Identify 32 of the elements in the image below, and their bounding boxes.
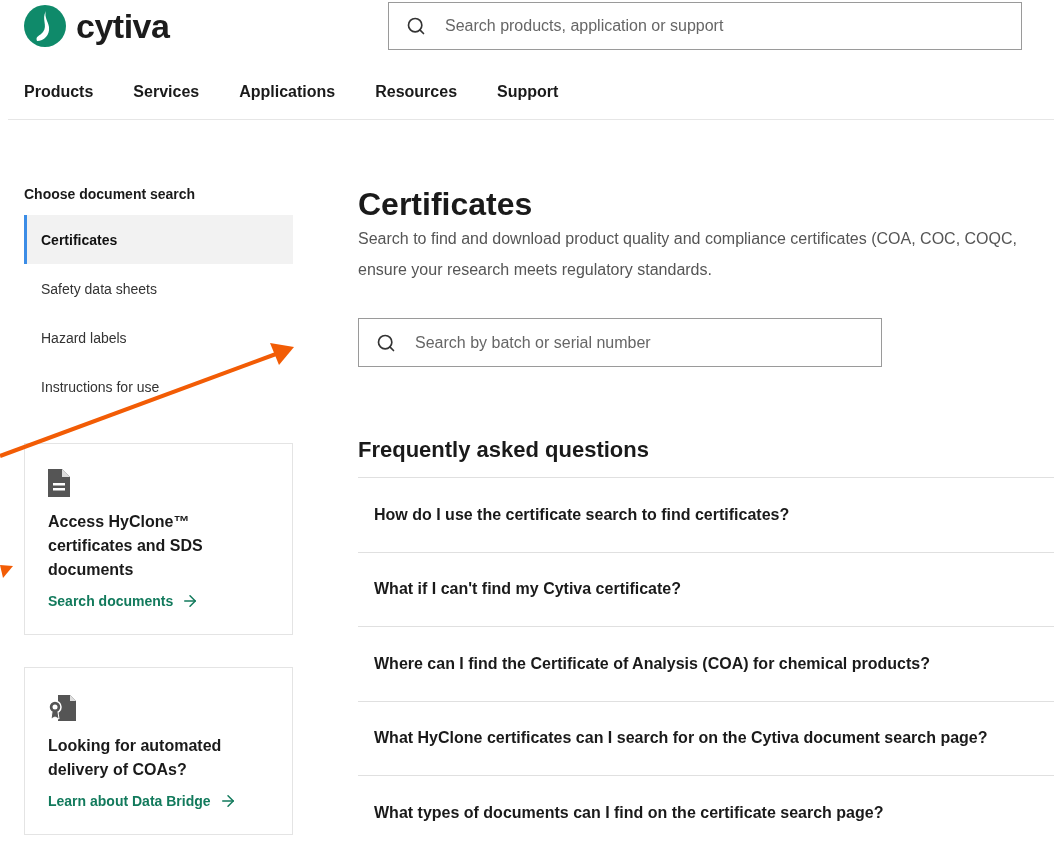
card-title: Looking for automated delivery of COAs? [48,736,223,780]
faq-question[interactable]: Where can I find the Certificate of Analysis (COA) for chemical products? [358,626,1054,701]
logo-text[interactable]: cytiva [76,6,170,46]
search-field[interactable]: Search by batch or serial number [358,318,882,367]
faq-question[interactable]: What types of documents can I find on the certificate search page? [358,775,1054,850]
sidebar-item[interactable]: Hazard labels [24,313,293,362]
sidebar-heading: Choose document search [24,186,197,204]
nav-link[interactable]: Products [24,83,94,119]
logo-icon [24,5,66,47]
sidebar-item[interactable]: Instructions for use [24,362,293,411]
faq-heading: Frequently asked questions [358,437,650,464]
certificate-icon [48,693,76,721]
nav-link[interactable]: Applications [239,83,336,119]
search-field[interactable]: Search products, application or support [388,2,1022,50]
search-icon [376,332,396,353]
card-link[interactable]: Learn about Data Bridge [48,792,237,810]
faq-question[interactable]: What if I can't find my Cytiva certificate? [358,551,1054,626]
sidebar-item[interactable]: Certificates [24,215,293,264]
faq-question[interactable]: How do I use the certificate search to find certificates? [358,477,1054,552]
description-line: Search to find and download product quality and compliance certificates (COA, COC, COQC, [358,229,1018,249]
nav-link[interactable]: Services [133,83,200,119]
faq-question[interactable]: What HyClone certificates can I search for on the Cytiva document search page? [358,700,1054,775]
sidebar-item[interactable]: Safety data sheets [24,264,293,313]
annotation-arrow [0,563,14,579]
search-icon [406,16,426,36]
page-title: Certificates [358,186,534,222]
document-icon [48,469,70,497]
card-title: Access HyClone™ certificates and SDS documents [48,512,204,580]
card-link[interactable]: Search documents [48,592,200,610]
nav-link[interactable]: Resources [375,83,458,119]
nav-link[interactable]: Support [497,83,559,119]
description-line: ensure your research meets regulatory standards. [358,260,713,280]
